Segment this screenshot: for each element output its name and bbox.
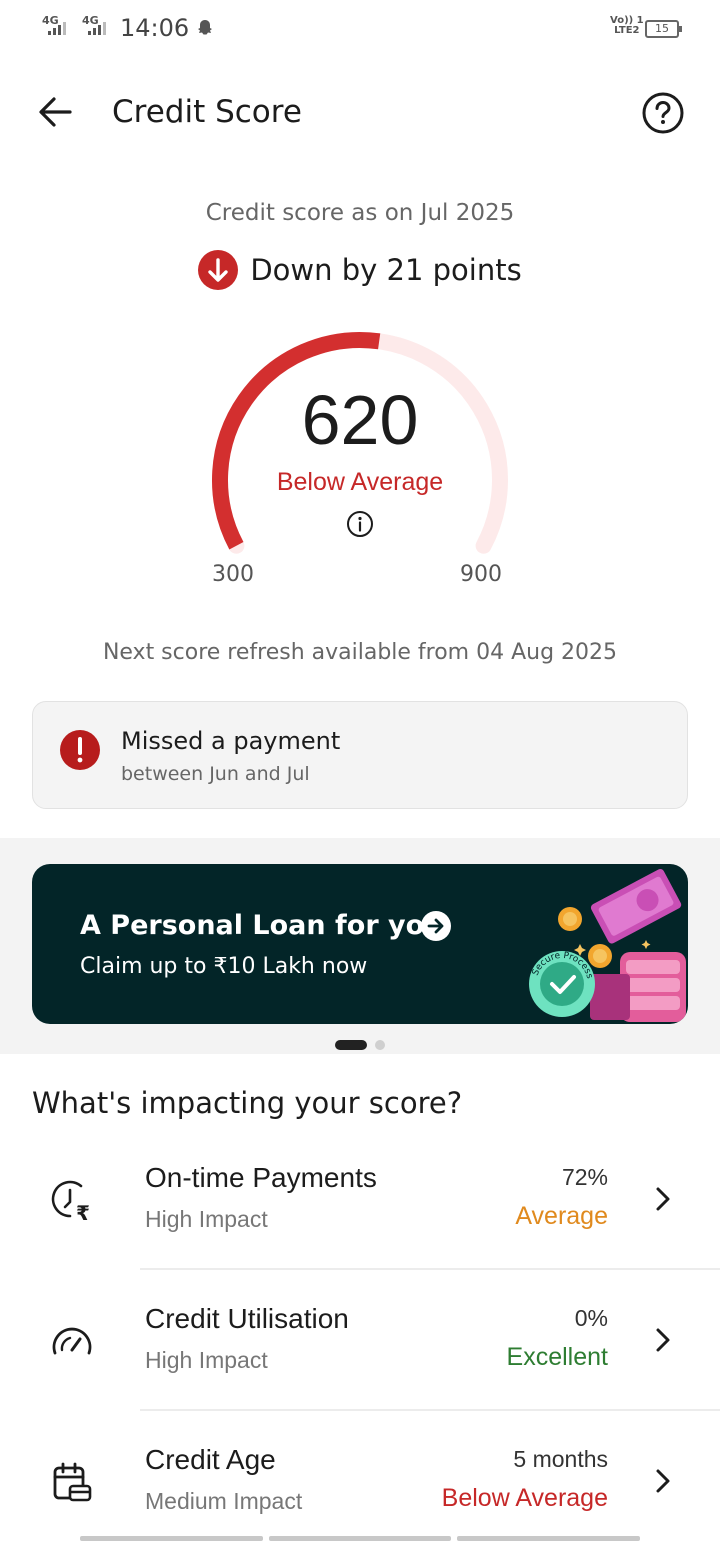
promo-carousel: A Personal Loan for you Claim up to ₹10 … — [0, 838, 720, 1054]
factor-row-credit-utilisation[interactable]: Credit Utilisation High Impact 0% Excell… — [0, 1283, 720, 1423]
svg-text:₹: ₹ — [76, 1201, 90, 1224]
chevron-right-icon[interactable] — [650, 1325, 676, 1355]
refresh-note: Next score refresh available from 04 Aug… — [102, 640, 618, 665]
divider — [140, 1409, 720, 1411]
snapchat-icon — [198, 20, 212, 35]
factor-row-on-time-payments[interactable]: ₹ On-time Payments High Impact 72% Avera… — [0, 1142, 720, 1282]
score-change-row: Down by 21 points — [0, 250, 720, 290]
factor-name: Credit Utilisation — [145, 1303, 349, 1334]
page-title: Credit Score — [112, 94, 302, 130]
carousel-dot-active[interactable] — [335, 1040, 367, 1050]
factor-value: 72% — [561, 1164, 608, 1190]
factor-value: 5 months — [513, 1446, 608, 1472]
banner-title: A Personal Loan for you — [80, 910, 444, 941]
carousel-indicator — [0, 1040, 720, 1050]
factor-name: On-time Payments — [145, 1162, 377, 1193]
down-arrow-icon — [198, 250, 239, 290]
battery-icon: 15 — [645, 20, 682, 38]
personal-loan-banner[interactable]: A Personal Loan for you Claim up to ₹10 … — [32, 864, 688, 1024]
factor-impact: High Impact — [145, 1347, 268, 1373]
factor-status: Average — [515, 1202, 608, 1230]
chevron-right-icon[interactable] — [650, 1466, 676, 1496]
calendar-card-icon — [53, 1462, 92, 1502]
clock-rupee-icon: ₹ — [51, 1180, 90, 1224]
divider — [140, 1268, 720, 1270]
score-date-label: Credit score as on Jul 2025 — [205, 200, 515, 226]
missed-payment-card[interactable]: Missed a payment between Jun and Jul — [32, 701, 688, 809]
status-bar: 4G 4G 14:06 Vo)) 1 LTE2 15 — [0, 0, 720, 58]
alert-title: Missed a payment — [121, 727, 341, 755]
factor-impact: Medium Impact — [145, 1488, 303, 1514]
carousel-dot[interactable] — [375, 1040, 385, 1050]
scroll-indicator — [80, 1536, 641, 1541]
factor-row-credit-age[interactable]: Credit Age Medium Impact 5 months Below … — [0, 1424, 720, 1544]
signal-icon-1 — [48, 22, 66, 35]
arrow-right-circle-icon[interactable] — [420, 910, 452, 942]
factor-status: Below Average — [441, 1484, 608, 1512]
speedometer-icon — [52, 1327, 92, 1355]
score-change-text: Down by 21 points — [250, 253, 522, 287]
score-range-min: 300 — [212, 562, 254, 587]
score-value: 620 — [301, 381, 419, 459]
signal-icon-2 — [88, 22, 106, 35]
back-arrow-icon[interactable] — [34, 92, 78, 132]
alert-subtitle: between Jun and Jul — [121, 763, 310, 785]
help-icon[interactable] — [640, 90, 686, 136]
score-band: Below Average — [276, 468, 444, 496]
factor-impact: High Impact — [145, 1206, 268, 1232]
money-illustration: Secure Process — [529, 868, 686, 1022]
app-header: Credit Score — [0, 80, 720, 144]
impact-section-title: What's impacting your score? — [32, 1086, 463, 1120]
score-range-max: 900 — [460, 562, 502, 587]
factor-status: Excellent — [506, 1343, 608, 1371]
volte-indicator: Vo)) 1 LTE2 — [610, 15, 644, 36]
alert-icon — [60, 730, 100, 770]
info-icon[interactable] — [346, 510, 374, 538]
factor-value: 0% — [574, 1305, 608, 1331]
banner-subtitle: Claim up to ₹10 Lakh now — [80, 954, 368, 979]
clock: 14:06 — [120, 14, 190, 42]
factor-name: Credit Age — [145, 1444, 276, 1475]
chevron-right-icon[interactable] — [650, 1184, 676, 1214]
